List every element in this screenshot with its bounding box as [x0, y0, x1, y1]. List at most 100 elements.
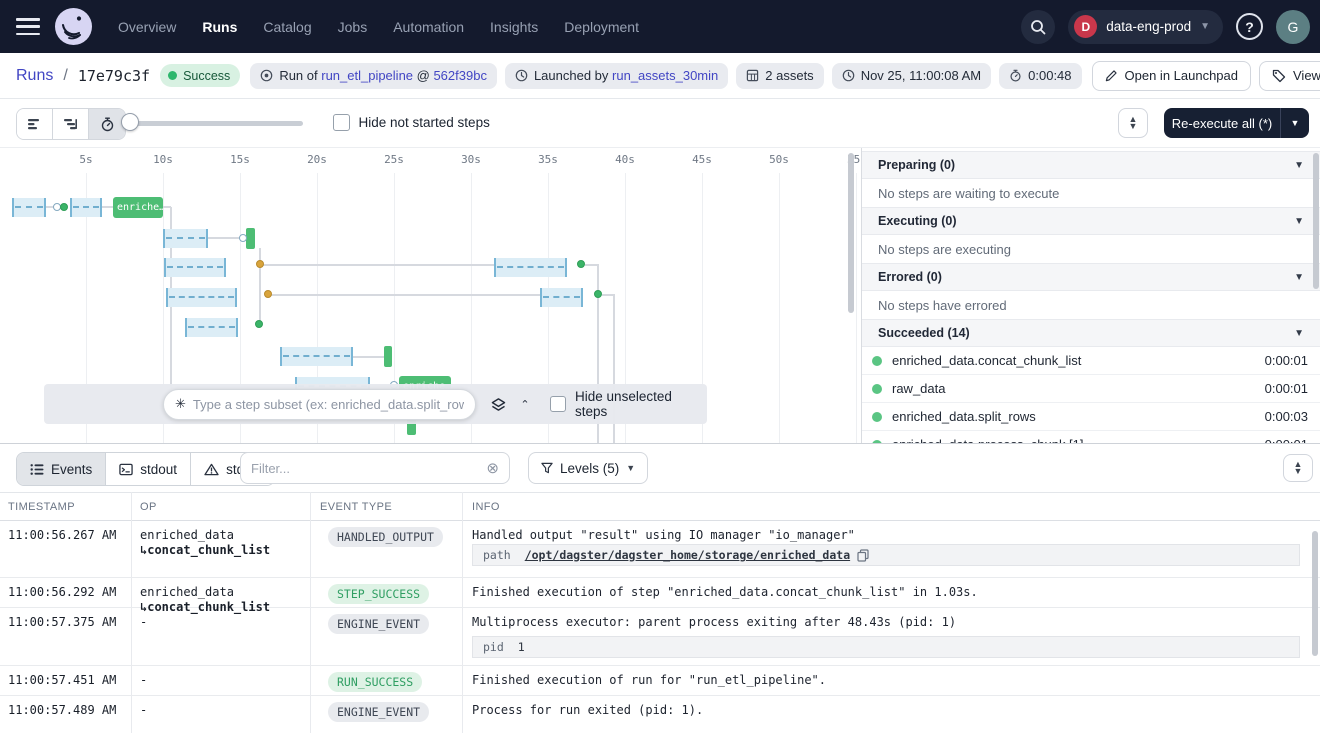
- gantt-bar-success[interactable]: [246, 228, 255, 249]
- step-subset-input[interactable]: [193, 397, 464, 412]
- nav-jobs[interactable]: Jobs: [338, 19, 368, 35]
- event-row[interactable]: 11:00:56.292 AM enriched_data↳concat_chu…: [0, 578, 1320, 608]
- gantt-bar-pending[interactable]: [164, 258, 226, 277]
- events-resize-button[interactable]: ▲ ▼: [1283, 454, 1313, 482]
- section-preparing[interactable]: Preparing (0)▼: [862, 151, 1320, 179]
- section-errored[interactable]: Errored (0)▼: [862, 263, 1320, 291]
- help-icon[interactable]: ?: [1236, 13, 1263, 40]
- zoom-slider-thumb[interactable]: [121, 113, 139, 131]
- nav-overview[interactable]: Overview: [118, 19, 176, 35]
- user-avatar[interactable]: G: [1276, 10, 1310, 44]
- axis-tick: 40s: [615, 153, 635, 166]
- hide-not-started-label: Hide not started steps: [359, 115, 490, 130]
- gantt-bar-label: enriche…: [117, 202, 163, 213]
- dagster-logo-icon[interactable]: [55, 8, 92, 45]
- gantt-bar-pending[interactable]: [12, 198, 46, 217]
- hide-not-started-checkbox[interactable]: [333, 114, 350, 131]
- gantt-bar-pending[interactable]: [540, 288, 583, 307]
- section-executing-empty: No steps are executing: [862, 235, 1320, 263]
- gantt-bar-pending[interactable]: [280, 347, 353, 366]
- gantt-bar-pending[interactable]: [163, 229, 208, 248]
- commit-link[interactable]: 562f39bc: [433, 68, 487, 83]
- pipeline-link[interactable]: run_etl_pipeline: [321, 68, 413, 83]
- gantt-bar-success[interactable]: [384, 346, 392, 367]
- panel-resize-button[interactable]: ▲ ▼: [1118, 108, 1148, 138]
- schedule-link[interactable]: run_assets_30min: [612, 68, 718, 83]
- tab-stdout[interactable]: stdout: [106, 453, 191, 485]
- chevron-down-icon[interactable]: ▼: [1281, 118, 1309, 128]
- step-row[interactable]: raw_data0:00:01: [862, 375, 1320, 403]
- step-duration: 0:00:03: [1265, 409, 1308, 424]
- event-timestamp: 11:00:56.292 AM: [8, 585, 116, 599]
- nav-deployment[interactable]: Deployment: [564, 19, 639, 35]
- nav-runs[interactable]: Runs: [202, 19, 237, 35]
- event-row[interactable]: 11:00:57.489 AM - ENGINE_EVENT Process f…: [0, 696, 1320, 733]
- header-actions: Open in Launchpad View tags and config ▼: [1092, 61, 1320, 91]
- section-title: Preparing (0): [878, 158, 955, 172]
- filter-input[interactable]: [251, 461, 486, 476]
- tag-assets[interactable]: 2 assets: [736, 63, 823, 89]
- tag-run-of[interactable]: Run of run_etl_pipeline @ 562f39bc: [250, 63, 497, 89]
- terminal-icon: [119, 463, 133, 476]
- tab-events[interactable]: Events: [17, 453, 106, 485]
- gantt-bar-pending[interactable]: [494, 258, 567, 277]
- step-duration: 0:00:01: [1265, 353, 1308, 368]
- metadata-value: 1: [518, 640, 525, 654]
- layers-icon[interactable]: [491, 397, 506, 412]
- connector-line: [585, 264, 597, 266]
- gantt-bar-pending[interactable]: [166, 288, 237, 307]
- event-row[interactable]: 11:00:57.375 AM - ENGINE_EVENT Multiproc…: [0, 608, 1320, 666]
- axis-tick: 15s: [230, 153, 250, 166]
- gantt-bar-pending[interactable]: [70, 198, 102, 217]
- reexecute-all-button[interactable]: Re-execute all (*) ▼: [1164, 108, 1309, 138]
- hide-unselected-checkbox[interactable]: [550, 396, 567, 413]
- event-op: -: [140, 615, 147, 630]
- step-row[interactable]: enriched_data.process_chunk [1]0:00:01: [862, 431, 1320, 443]
- breadcrumb-runs-link[interactable]: Runs: [16, 67, 53, 85]
- event-row[interactable]: 11:00:57.451 AM - RUN_SUCCESS Finished e…: [0, 666, 1320, 696]
- event-row[interactable]: 11:00:56.267 AM enriched_data↳concat_chu…: [0, 521, 1320, 578]
- step-marker-success: [255, 320, 263, 328]
- axis-tick: 5s: [79, 153, 92, 166]
- event-op: -: [140, 703, 147, 718]
- copy-icon[interactable]: [857, 549, 869, 562]
- connector-line: [102, 206, 113, 208]
- panel-scrollbar[interactable]: [1313, 153, 1319, 289]
- gantt-bar-success[interactable]: enriche…: [113, 197, 163, 218]
- event-type-badge: ENGINE_EVENT: [328, 702, 429, 722]
- clear-filter-icon[interactable]: ⊗: [486, 459, 499, 477]
- zoom-slider-track[interactable]: [130, 121, 303, 126]
- events-scrollbar[interactable]: [1312, 531, 1318, 656]
- axis-tick: 10s: [153, 153, 173, 166]
- nav-catalog[interactable]: Catalog: [263, 19, 311, 35]
- tag-launched-by[interactable]: Launched by run_assets_30min: [505, 63, 728, 89]
- step-name: enriched_data.concat_chunk_list: [892, 353, 1081, 368]
- step-marker-success: [60, 203, 68, 211]
- waterfall-view-icon[interactable]: [53, 109, 89, 139]
- flat-view-icon[interactable]: [17, 109, 53, 139]
- section-succeeded[interactable]: Succeeded (14)▼: [862, 319, 1320, 347]
- search-icon[interactable]: [1021, 10, 1055, 44]
- collapse-icon[interactable]: ⌃: [520, 398, 529, 411]
- events-pane: Events stdout stderr ⊗ Levels (5) ▼ ▲ ▼: [0, 443, 1320, 733]
- open-launchpad-button[interactable]: Open in Launchpad: [1092, 61, 1251, 91]
- success-dot-icon: [872, 412, 882, 422]
- workspace-switcher[interactable]: D data-eng-prod ▼: [1068, 10, 1223, 44]
- view-tags-config-button[interactable]: View tags and config: [1259, 61, 1320, 91]
- metadata-path-link[interactable]: /opt/dagster/dagster_home/storage/enrich…: [525, 548, 850, 562]
- step-row[interactable]: enriched_data.concat_chunk_list 0:00:01: [862, 347, 1320, 375]
- nav-insights[interactable]: Insights: [490, 19, 538, 35]
- menu-icon[interactable]: [16, 18, 40, 35]
- gantt-scrollbar[interactable]: [848, 153, 854, 313]
- levels-dropdown[interactable]: Levels (5) ▼: [528, 452, 648, 484]
- step-name: raw_data: [892, 381, 945, 396]
- nav-automation[interactable]: Automation: [393, 19, 464, 35]
- step-row[interactable]: enriched_data.split_rows0:00:03: [862, 403, 1320, 431]
- section-executing[interactable]: Executing (0)▼: [862, 207, 1320, 235]
- status-dot: [168, 71, 177, 80]
- gantt-bar-pending[interactable]: [185, 318, 238, 337]
- timed-view-icon[interactable]: [89, 109, 125, 139]
- connector-line: [353, 356, 384, 358]
- workspace-avatar: D: [1074, 15, 1097, 38]
- event-op: enriched_data↳concat_chunk_list: [140, 528, 270, 558]
